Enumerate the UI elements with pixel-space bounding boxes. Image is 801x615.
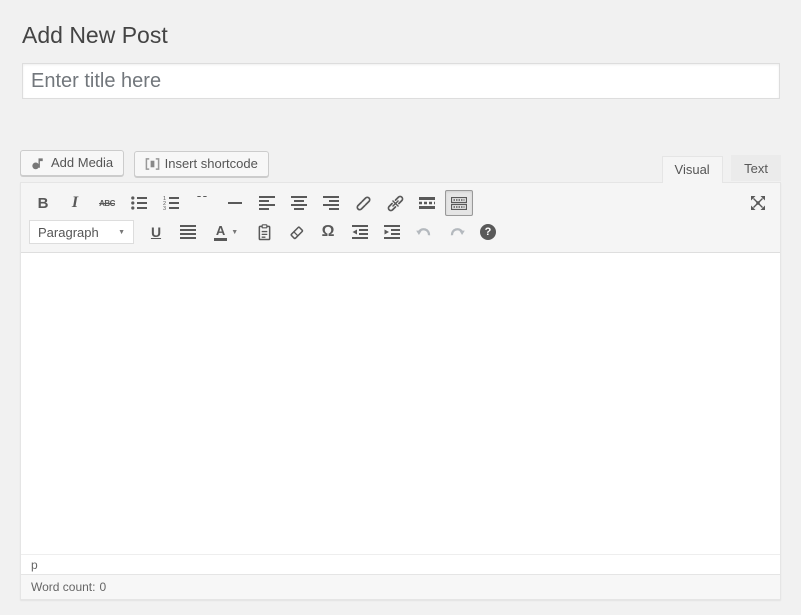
paragraph-format-dropdown[interactable]: Paragraph ▼ [29, 220, 134, 244]
horizontal-rule-icon [228, 202, 242, 204]
special-character-button[interactable]: Ω [314, 219, 342, 245]
add-media-icon [31, 156, 46, 171]
toolbar-row-1: B I ABC [29, 190, 772, 216]
clipboard-icon [257, 224, 272, 241]
undo-icon [416, 225, 433, 239]
eraser-icon [288, 224, 305, 241]
media-buttons: Add Media Insert shortcode [20, 150, 274, 177]
chevron-down-icon: ▼ [231, 229, 238, 236]
outdent-icon [352, 225, 368, 239]
fullscreen-icon [750, 195, 766, 211]
align-right-button[interactable] [317, 190, 345, 216]
numbered-list-icon: 1 2 3 [163, 196, 179, 210]
italic-icon: I [72, 194, 78, 212]
tab-visual[interactable]: Visual [662, 156, 723, 183]
italic-button[interactable]: I [61, 190, 89, 216]
align-right-icon [323, 196, 339, 210]
bullet-list-button[interactable] [125, 190, 153, 216]
redo-button[interactable] [442, 219, 470, 245]
underline-icon: U [151, 224, 161, 240]
blockquote-icon: “ [196, 196, 211, 210]
undo-button[interactable] [410, 219, 438, 245]
media-tab-row: Add Media Insert shortcode Visual Text [20, 150, 781, 182]
clear-formatting-button[interactable] [282, 219, 310, 245]
help-icon: ? [480, 224, 496, 240]
indent-button[interactable] [378, 219, 406, 245]
bullet-list-icon [131, 196, 147, 210]
text-color-icon: A [214, 224, 227, 241]
remove-link-button[interactable] [381, 190, 409, 216]
indent-icon [384, 225, 400, 239]
redo-icon [448, 225, 465, 239]
editor-mode-tabs: Visual Text [658, 155, 781, 182]
justify-icon [180, 225, 196, 239]
toolbar-toggle-icon [451, 197, 467, 210]
align-center-icon [291, 196, 307, 210]
toolbar-row-2: Paragraph ▼ U A ▼ [29, 219, 772, 245]
add-new-post-page: Add New Post Add Media [0, 0, 801, 600]
bold-button[interactable]: B [29, 190, 57, 216]
justify-button[interactable] [174, 219, 202, 245]
page-title: Add New Post [22, 21, 781, 49]
omega-icon: Ω [322, 223, 335, 241]
align-center-button[interactable] [285, 190, 313, 216]
element-path-bar: p [21, 554, 780, 574]
word-count-label: Word count: [31, 580, 95, 594]
unlink-icon [387, 195, 404, 212]
strikethrough-button[interactable]: ABC [93, 190, 121, 216]
element-path-item[interactable]: p [31, 558, 38, 572]
toolbar-toggle-button[interactable] [445, 190, 473, 216]
strikethrough-icon: ABC [99, 199, 115, 208]
add-media-button[interactable]: Add Media [20, 150, 124, 176]
keyboard-shortcuts-button[interactable]: ? [474, 219, 502, 245]
insert-shortcode-label: Insert shortcode [165, 152, 258, 176]
paragraph-format-label: Paragraph [38, 225, 99, 240]
horizontal-rule-button[interactable] [221, 190, 249, 216]
insert-link-button[interactable] [349, 190, 377, 216]
link-icon [355, 195, 372, 212]
bold-icon: B [38, 195, 49, 212]
word-count-value: 0 [99, 580, 106, 594]
numbered-list-button[interactable]: 1 2 3 [157, 190, 185, 216]
svg-text:3: 3 [163, 206, 166, 210]
insert-shortcode-button[interactable]: Insert shortcode [134, 151, 269, 177]
tab-text[interactable]: Text [731, 155, 781, 181]
align-left-button[interactable] [253, 190, 281, 216]
word-count-bar: Word count: 0 [21, 574, 780, 599]
chevron-down-icon: ▼ [118, 229, 125, 236]
paste-as-text-button[interactable] [250, 219, 278, 245]
distraction-free-button[interactable] [744, 190, 772, 216]
text-color-button[interactable]: A ▼ [206, 219, 246, 245]
add-media-label: Add Media [51, 151, 113, 175]
shortcode-brackets-icon [145, 157, 160, 171]
underline-button[interactable]: U [142, 219, 170, 245]
align-left-icon [259, 196, 275, 210]
editor-toolbar: B I ABC [21, 183, 780, 253]
editor-content-area[interactable] [21, 253, 780, 554]
more-tag-button[interactable] [413, 190, 441, 216]
outdent-button[interactable] [346, 219, 374, 245]
blockquote-button[interactable]: “ [189, 190, 217, 216]
more-tag-icon [419, 197, 435, 209]
editor-container: B I ABC [20, 182, 781, 600]
post-title-input[interactable] [22, 63, 780, 99]
